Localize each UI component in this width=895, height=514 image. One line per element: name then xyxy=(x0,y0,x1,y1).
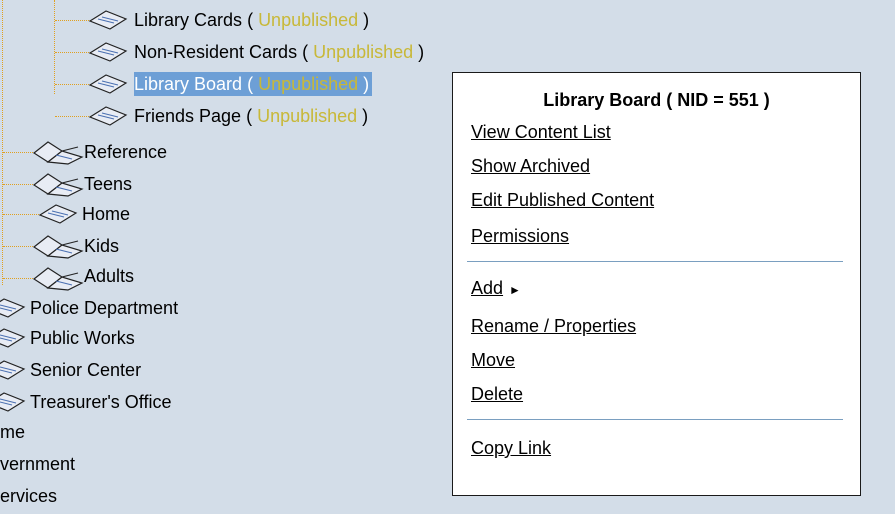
page-icon xyxy=(0,328,26,348)
node-label: Non-Resident Cards xyxy=(134,42,298,62)
tree-node-kids[interactable]: Kids xyxy=(84,234,119,258)
tree-connector xyxy=(55,116,91,117)
tree-node-teens[interactable]: Teens xyxy=(84,172,132,196)
page-icon xyxy=(88,10,128,30)
tree-node-library-cards[interactable]: Library Cards ( Unpublished ) xyxy=(134,8,369,32)
menu-separator xyxy=(467,261,843,262)
node-status: Unpublished xyxy=(258,74,359,94)
node-status-close: ) xyxy=(413,42,425,62)
page-icon xyxy=(88,74,128,94)
move-link[interactable]: Move xyxy=(471,349,515,371)
tree-node-public-works[interactable]: Public Works xyxy=(30,326,135,350)
tree-node-library-board[interactable]: Library Board ( Unpublished ) xyxy=(134,72,373,96)
context-menu-title: Library Board ( NID = 551 ) xyxy=(543,90,770,110)
node-status-close: ) xyxy=(357,106,369,126)
node-status-close: ) xyxy=(358,10,370,30)
permissions-link[interactable]: Permissions xyxy=(471,225,569,247)
book-icon xyxy=(32,267,84,291)
submenu-arrow-icon: ► xyxy=(509,283,521,297)
node-status-open: ( xyxy=(247,10,259,30)
tree-connector xyxy=(3,278,35,279)
tree-connector xyxy=(55,52,91,53)
book-icon xyxy=(32,141,84,165)
tree-connector xyxy=(3,184,35,185)
node-status: Unpublished xyxy=(257,106,358,126)
page-icon xyxy=(0,360,26,380)
book-icon xyxy=(32,235,84,259)
page-icon xyxy=(0,298,26,318)
book-icon xyxy=(32,173,84,197)
show-archived-link[interactable]: Show Archived xyxy=(471,155,590,177)
node-status: Unpublished xyxy=(258,10,359,30)
node-status-close: ) xyxy=(358,74,370,94)
page-icon xyxy=(88,42,128,62)
node-label: Friends Page xyxy=(134,106,242,126)
tree-connector xyxy=(54,0,55,94)
add-menu-item[interactable]: Add ► xyxy=(471,277,521,301)
tree-connector xyxy=(2,0,3,285)
tree-connector xyxy=(55,20,91,21)
node-label: Library Cards xyxy=(134,10,243,30)
node-status-open: ( xyxy=(247,74,259,94)
tree-connector xyxy=(3,246,35,247)
tree-connector xyxy=(3,152,35,153)
page-icon xyxy=(0,392,26,412)
tree-node-treasurers-office[interactable]: Treasurer's Office xyxy=(30,390,171,414)
tree-node-non-resident-cards[interactable]: Non-Resident Cards ( Unpublished ) xyxy=(134,40,424,64)
tree-node-reference[interactable]: Reference xyxy=(84,140,167,164)
add-link[interactable]: Add xyxy=(471,278,503,298)
tree-node-services[interactable]: ervices xyxy=(0,484,57,508)
tree-node-home[interactable]: Home xyxy=(82,202,130,226)
tree-node-home-top[interactable]: me xyxy=(0,420,25,444)
node-status-open: ( xyxy=(302,42,314,62)
tree-node-senior-center[interactable]: Senior Center xyxy=(30,358,141,382)
tree-connector xyxy=(55,84,91,85)
delete-link[interactable]: Delete xyxy=(471,383,523,405)
tree-node-adults[interactable]: Adults xyxy=(84,264,134,288)
page-icon xyxy=(38,204,78,224)
node-status: Unpublished xyxy=(313,42,414,62)
tree-node-government[interactable]: vernment xyxy=(0,452,75,476)
edit-published-content-link[interactable]: Edit Published Content xyxy=(471,189,654,211)
node-label: Library Board xyxy=(134,74,243,94)
context-menu: Library Board ( NID = 551 ) View Content… xyxy=(452,72,861,496)
page-icon xyxy=(88,106,128,126)
copy-link-link[interactable]: Copy Link xyxy=(471,437,551,459)
node-status-open: ( xyxy=(246,106,258,126)
rename-properties-link[interactable]: Rename / Properties xyxy=(471,315,636,337)
tree-node-friends-page[interactable]: Friends Page ( Unpublished ) xyxy=(134,104,368,128)
view-content-list-link[interactable]: View Content List xyxy=(471,121,611,143)
tree-connector xyxy=(3,214,41,215)
menu-separator xyxy=(467,419,843,420)
tree-node-police-department[interactable]: Police Department xyxy=(30,296,178,320)
